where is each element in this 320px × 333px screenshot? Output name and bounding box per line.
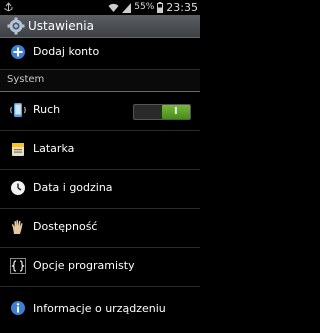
motion-toggle[interactable]: I xyxy=(133,104,191,120)
add-account-icon xyxy=(11,45,25,59)
page-title: Ustawienia xyxy=(28,19,94,33)
toggle-knob: I xyxy=(162,105,190,119)
signal-icon xyxy=(122,2,132,13)
section-header-system: System xyxy=(0,70,200,92)
list-item-flashlight[interactable]: Latarka xyxy=(0,131,200,170)
motion-phone-icon xyxy=(10,103,26,117)
list-item-date-time[interactable]: Data i godzina xyxy=(0,170,200,209)
toggle-knob-label: I xyxy=(174,106,178,117)
list-item-label: Opcje programisty xyxy=(33,259,135,272)
action-bar: Ustawienia xyxy=(0,15,200,38)
hand-icon xyxy=(12,220,23,234)
usb-icon xyxy=(4,2,13,12)
list-item-label: Ruch xyxy=(33,103,61,116)
battery-icon xyxy=(157,2,164,13)
list-item-label: Dostępność xyxy=(33,220,98,233)
clock-time: 23:35 xyxy=(166,1,198,14)
list-item-motion[interactable]: Ruch I xyxy=(0,92,200,131)
wifi-icon xyxy=(108,3,119,12)
clock-icon xyxy=(11,181,25,195)
battery-percent: 55% xyxy=(134,2,155,12)
settings-gear-icon[interactable] xyxy=(7,17,25,35)
list-item-label: Dodaj konto xyxy=(33,45,100,58)
flashlight-icon xyxy=(12,143,24,156)
list-item-developer-options[interactable]: Opcje programisty xyxy=(0,248,200,287)
list-item-add-account[interactable]: Dodaj konto xyxy=(0,38,200,70)
developer-braces-icon xyxy=(10,258,26,274)
list-item-label: Informacje o urządzeniu xyxy=(33,302,166,315)
list-item-label: Data i godzina xyxy=(33,181,113,194)
info-icon xyxy=(11,301,25,315)
list-item-accessibility[interactable]: Dostępność xyxy=(0,209,200,248)
list-item-label: Latarka xyxy=(33,142,75,155)
list-item-device-info[interactable]: Informacje o urządzeniu xyxy=(0,287,200,333)
section-title: System xyxy=(7,74,45,85)
status-bar: 55% 23:35 xyxy=(0,0,200,15)
